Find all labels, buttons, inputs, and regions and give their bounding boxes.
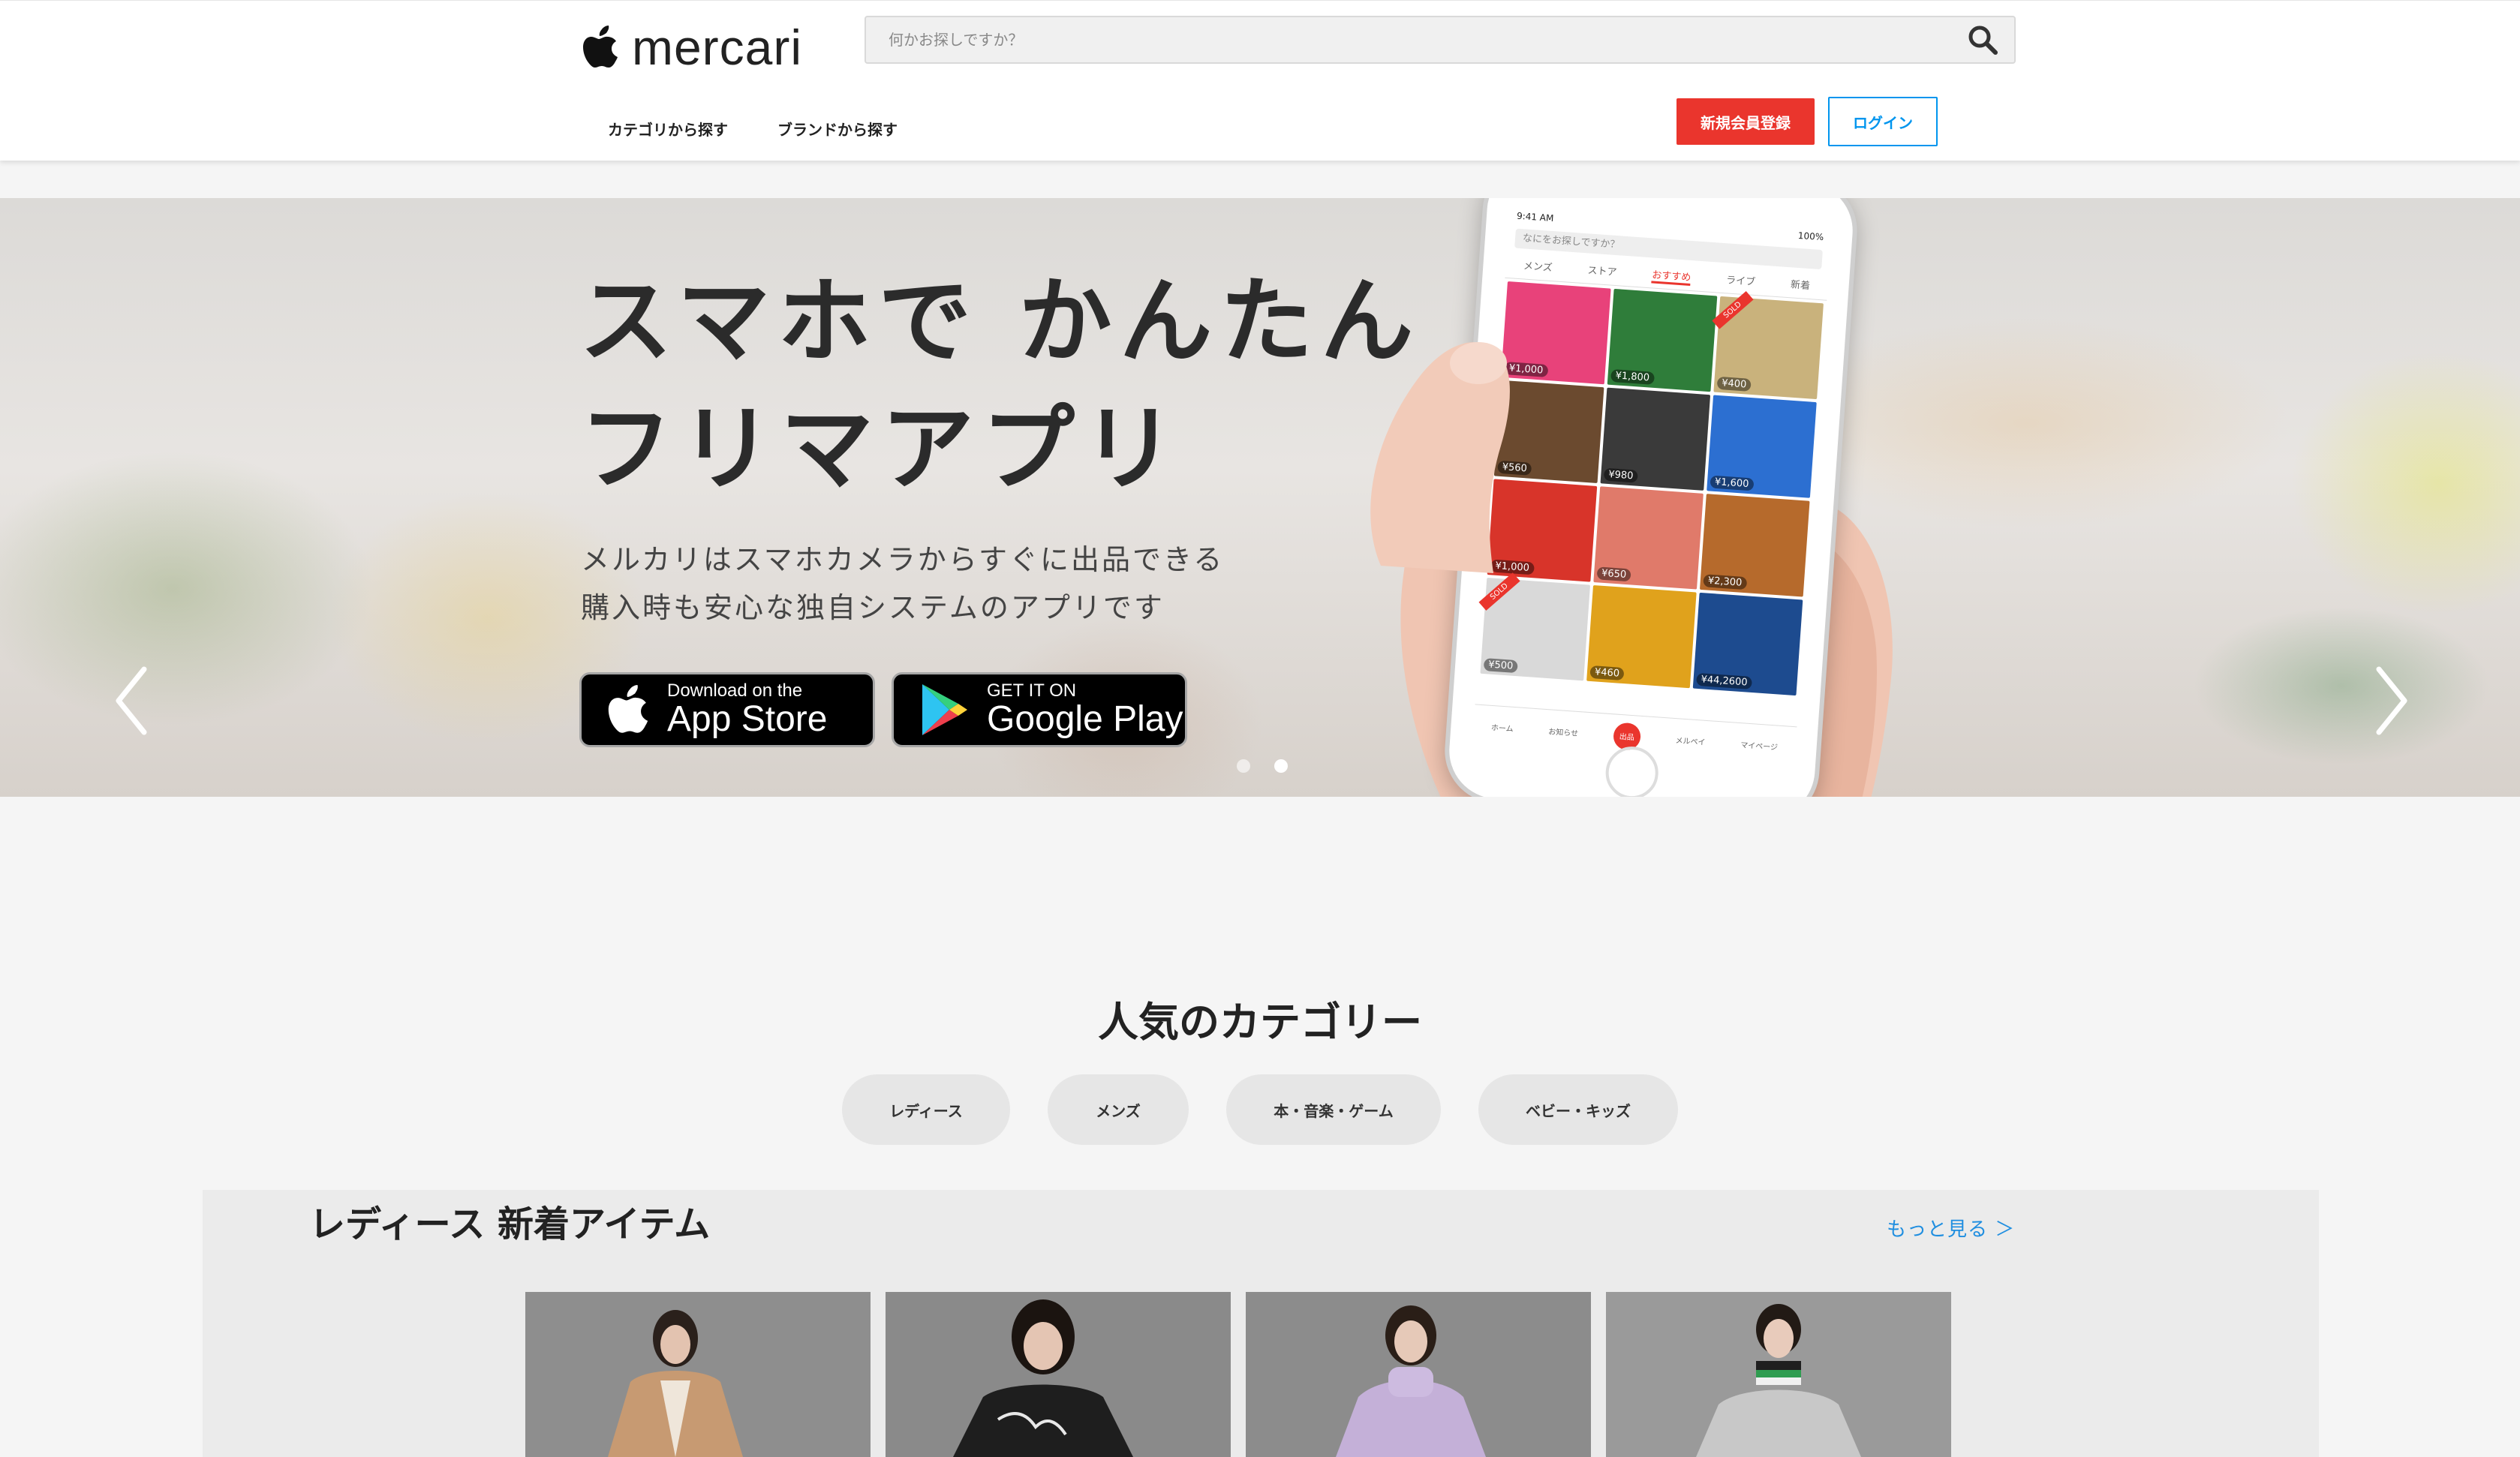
item-card-2[interactable] xyxy=(886,1292,1231,1457)
search-icon xyxy=(1968,26,1998,55)
app-store-big-text: App Store xyxy=(667,699,828,739)
item-photo-2 xyxy=(886,1292,1231,1457)
carousel-next-arrow-icon[interactable] xyxy=(2368,663,2413,738)
item-card-1[interactable] xyxy=(525,1292,871,1457)
phone-tab-active: おすすめ xyxy=(1651,266,1692,286)
apple-logo-icon xyxy=(583,26,618,68)
phone-item-2: ¥1,800 xyxy=(1607,288,1718,392)
phone-mockup: 9:41 AM 100% なにをお探しですか？ メンズ ストア おすすめ ライブ… xyxy=(1351,198,1951,797)
signup-button[interactable]: 新規会員登録 xyxy=(1676,98,1815,145)
phone-tab: 新着 xyxy=(1790,279,1811,293)
phone-nav-notice: お知らせ xyxy=(1547,728,1579,739)
phone-item-5: ¥980 xyxy=(1600,387,1711,491)
hero-title-line2: フリマアプリ xyxy=(579,395,1183,503)
popular-categories-title: 人気のカテゴリー xyxy=(1098,999,1422,1046)
carousel-prev-arrow-icon[interactable] xyxy=(110,663,155,738)
sold-ribbon: SOLD xyxy=(1478,572,1520,611)
header-nav: カテゴリから探す ブランドから探す xyxy=(608,118,898,140)
search-bar xyxy=(865,16,2016,64)
phone-item-3: SOLD ¥400 xyxy=(1712,291,1824,400)
site-header: mercari カテゴリから探す ブランドから探す 新規会員登録 ログイン xyxy=(0,0,2520,161)
thumb-illustration xyxy=(1370,342,1510,573)
carousel-dot-1[interactable] xyxy=(1237,759,1250,773)
phone-tab: ストア xyxy=(1587,265,1617,279)
phone-item-9: ¥2,300 xyxy=(1699,494,1810,597)
phone-nav-home: ホーム xyxy=(1490,723,1514,734)
google-play-icon xyxy=(922,684,967,735)
phone-nav-mypage: マイページ xyxy=(1740,741,1779,753)
category-baby-kids[interactable]: ベビー・キッズ xyxy=(1478,1074,1678,1145)
hero-title-line1: スマホで かんたん xyxy=(579,268,1421,376)
carousel-dot-2[interactable] xyxy=(1274,759,1288,773)
item-card-4[interactable] xyxy=(1606,1292,1951,1457)
item-price: ¥2,300 xyxy=(1703,574,1747,590)
hero-subtitle-line1: メルカリはスマホカメラからすぐに出品できる xyxy=(581,543,1225,576)
sold-ribbon: SOLD xyxy=(1712,291,1754,329)
hero-title: スマホで かんたん フリマアプリ xyxy=(579,258,1480,513)
category-books-music-games[interactable]: 本・音楽・ゲーム xyxy=(1226,1074,1441,1145)
phone-item-8: ¥650 xyxy=(1593,486,1704,590)
new-items-title: レディース 新着アイテム xyxy=(309,1203,711,1245)
logo-text: mercari xyxy=(632,20,803,75)
item-photo-3 xyxy=(1246,1292,1591,1457)
item-price: ¥44,2600 xyxy=(1696,672,1753,689)
nav-brand-search[interactable]: ブランドから探す xyxy=(777,118,898,140)
item-price: ¥1,800 xyxy=(1610,368,1655,385)
phone-time: 9:41 AM xyxy=(1516,210,1554,224)
google-play-big-text: Google Play xyxy=(987,699,1183,739)
apple-icon xyxy=(608,685,648,733)
item-price: ¥460 xyxy=(1589,665,1625,681)
carousel-dots xyxy=(1237,759,1288,773)
phone-item-10: SOLD ¥500 xyxy=(1478,572,1591,681)
app-store-small-text: Download on the xyxy=(667,680,803,701)
phone-sell-button: 出品 xyxy=(1612,721,1642,751)
item-photo-4 xyxy=(1606,1292,1951,1457)
item-photo-1 xyxy=(525,1292,871,1457)
item-price: ¥400 xyxy=(1716,376,1752,392)
app-store-badge[interactable]: Download on the App Store xyxy=(579,672,875,747)
google-play-badge[interactable]: GET IT ON Google Play xyxy=(892,672,1187,747)
see-more-link[interactable]: もっと見る ＞ xyxy=(1887,1214,2015,1242)
category-mens[interactable]: メンズ xyxy=(1048,1074,1189,1145)
nav-category-search[interactable]: カテゴリから探す xyxy=(608,118,728,140)
item-price: ¥1,600 xyxy=(1710,475,1754,491)
item-price: ¥650 xyxy=(1596,566,1631,582)
hero-subtitle-line2: 購入時も安心な独自システムのアプリです xyxy=(581,591,1165,624)
google-play-small-text: GET IT ON xyxy=(987,680,1077,701)
phone-tab: ライブ xyxy=(1725,275,1756,289)
phone-item-11: ¥460 xyxy=(1586,584,1697,689)
item-card-3[interactable] xyxy=(1246,1292,1591,1457)
item-price: ¥500 xyxy=(1483,658,1518,674)
phone-battery: 100% xyxy=(1797,230,1824,243)
category-pills: レディース メンズ 本・音楽・ゲーム ベビー・キッズ xyxy=(0,1074,2520,1145)
hero-subtitle: メルカリはスマホカメラからすぐに出品できる 購入時も安心な独自システムのアプリで… xyxy=(581,536,1224,632)
phone-item-6: ¥1,600 xyxy=(1707,395,1817,498)
search-input[interactable] xyxy=(866,17,1951,62)
search-button[interactable] xyxy=(1951,17,2014,62)
phone-item-12: ¥44,2600 xyxy=(1692,592,1803,696)
item-price: ¥980 xyxy=(1603,467,1638,483)
mercari-logo[interactable]: mercari xyxy=(582,20,803,75)
phone-nav-merpay: メルペイ xyxy=(1675,737,1706,747)
login-button[interactable]: ログイン xyxy=(1828,97,1938,146)
hero-carousel: スマホで かんたん フリマアプリ メルカリはスマホカメラからすぐに出品できる 購… xyxy=(0,198,2520,797)
category-ladies[interactable]: レディース xyxy=(842,1074,1010,1145)
phone-tab: メンズ xyxy=(1523,260,1553,275)
